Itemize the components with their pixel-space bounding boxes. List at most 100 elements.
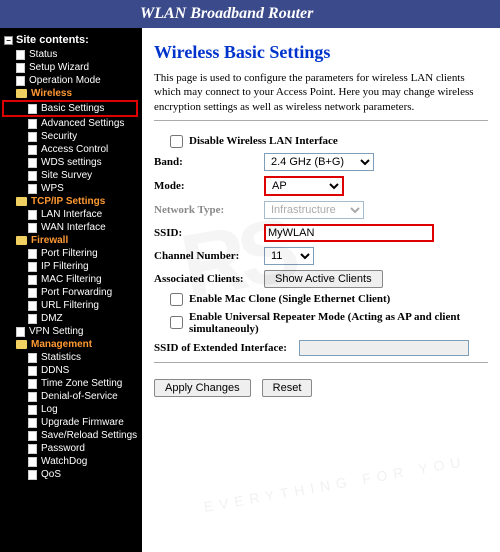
sidebar-item-label: WDS settings — [41, 157, 102, 168]
sidebar-item-tcp-ip-settings[interactable]: TCP/IP Settings — [4, 195, 138, 208]
show-clients-button[interactable]: Show Active Clients — [264, 270, 383, 288]
repeater-checkbox[interactable] — [170, 316, 183, 329]
sidebar-item-wps[interactable]: WPS — [4, 182, 138, 195]
sidebar-item-time-zone-setting[interactable]: Time Zone Setting — [4, 377, 138, 390]
folder-icon — [16, 197, 27, 206]
sidebar-item-ip-filtering[interactable]: IP Filtering — [4, 260, 138, 273]
page-icon — [16, 76, 25, 86]
sidebar-item-management[interactable]: Management — [4, 338, 138, 351]
sidebar-item-denial-of-service[interactable]: Denial-of-Service — [4, 390, 138, 403]
sidebar-item-lan-interface[interactable]: LAN Interface — [4, 208, 138, 221]
page-icon — [28, 431, 37, 441]
sidebar-item-log[interactable]: Log — [4, 403, 138, 416]
sidebar-item-label: Security — [41, 131, 77, 142]
page-icon — [28, 104, 37, 114]
clients-label: Associated Clients: — [154, 273, 264, 285]
sidebar-item-operation-mode[interactable]: Operation Mode — [4, 74, 138, 87]
sidebar-item-label: MAC Filtering — [41, 274, 102, 285]
sidebar-item-label: Upgrade Firmware — [41, 417, 124, 428]
folder-icon — [16, 236, 27, 245]
sidebar-item-label: WatchDog — [41, 456, 87, 467]
sidebar-item-watchdog[interactable]: WatchDog — [4, 455, 138, 468]
sidebar-item-label: WAN Interface — [41, 222, 106, 233]
sidebar-item-upgrade-firmware[interactable]: Upgrade Firmware — [4, 416, 138, 429]
divider-bottom — [154, 362, 488, 363]
sidebar-item-advanced-settings[interactable]: Advanced Settings — [4, 117, 138, 130]
apply-button[interactable]: Apply Changes — [154, 379, 251, 397]
sidebar-item-label: DDNS — [41, 365, 69, 376]
sidebar-item-label: Wireless — [31, 88, 72, 99]
sidebar-item-port-forwarding[interactable]: Port Forwarding — [4, 286, 138, 299]
sidebar-item-label: Port Forwarding — [41, 287, 112, 298]
mode-row: Mode: AP — [154, 176, 488, 196]
reset-button[interactable]: Reset — [262, 379, 313, 397]
sidebar-item-site-survey[interactable]: Site Survey — [4, 169, 138, 182]
sidebar-item-security[interactable]: Security — [4, 130, 138, 143]
sidebar-item-label: Port Filtering — [41, 248, 98, 259]
channel-row: Channel Number: 11 — [154, 247, 488, 265]
sidebar-item-label: Save/Reload Settings — [41, 430, 137, 441]
page-icon — [28, 379, 37, 389]
sidebar: − Site contents: StatusSetup WizardOpera… — [0, 28, 142, 552]
watermark-text: EVERYTHING FOR YOU — [203, 453, 468, 515]
sidebar-item-statistics[interactable]: Statistics — [4, 351, 138, 364]
page-icon — [28, 132, 37, 142]
band-select[interactable]: 2.4 GHz (B+G) — [264, 153, 374, 171]
page-icon — [28, 405, 37, 415]
page-icon — [28, 301, 37, 311]
page-icon — [28, 353, 37, 363]
sidebar-item-label: QoS — [41, 469, 61, 480]
sidebar-item-dmz[interactable]: DMZ — [4, 312, 138, 325]
sidebar-item-wireless[interactable]: Wireless — [4, 87, 138, 100]
sidebar-item-label: Management — [31, 339, 92, 350]
mode-label: Mode: — [154, 180, 264, 192]
sidebar-item-save-reload-settings[interactable]: Save/Reload Settings — [4, 429, 138, 442]
collapse-icon[interactable]: − — [4, 36, 13, 45]
page-icon — [28, 223, 37, 233]
ext-ssid-row: SSID of Extended Interface: — [154, 340, 488, 356]
sidebar-item-access-control[interactable]: Access Control — [4, 143, 138, 156]
sidebar-item-wds-settings[interactable]: WDS settings — [4, 156, 138, 169]
sidebar-item-label: Setup Wizard — [29, 62, 89, 73]
ssid-row: SSID: — [154, 224, 488, 242]
mac-clone-label: Enable Mac Clone (Single Ethernet Client… — [189, 293, 390, 305]
sidebar-item-status[interactable]: Status — [4, 48, 138, 61]
channel-select[interactable]: 11 — [264, 247, 314, 265]
page-icon — [16, 63, 25, 73]
page-icon — [28, 444, 37, 454]
sidebar-item-label: Firewall — [31, 235, 68, 246]
mode-select[interactable]: AP — [264, 176, 344, 196]
sidebar-item-label: Access Control — [41, 144, 108, 155]
sidebar-item-password[interactable]: Password — [4, 442, 138, 455]
app-header: WLAN Broadband Router — [0, 0, 500, 28]
network-type-select: Infrastructure — [264, 201, 364, 219]
sidebar-item-url-filtering[interactable]: URL Filtering — [4, 299, 138, 312]
sidebar-item-ddns[interactable]: DDNS — [4, 364, 138, 377]
mac-clone-checkbox[interactable] — [170, 293, 183, 306]
disable-wlan-checkbox[interactable] — [170, 135, 183, 148]
sidebar-item-setup-wizard[interactable]: Setup Wizard — [4, 61, 138, 74]
ssid-input[interactable] — [264, 224, 434, 242]
sidebar-item-label: Advanced Settings — [41, 118, 124, 129]
sidebar-item-label: URL Filtering — [41, 300, 99, 311]
sidebar-item-label: Basic Settings — [41, 103, 104, 114]
sidebar-item-label: IP Filtering — [41, 261, 89, 272]
sidebar-item-basic-settings[interactable]: Basic Settings — [2, 100, 138, 117]
band-label: Band: — [154, 156, 264, 168]
sidebar-item-mac-filtering[interactable]: MAC Filtering — [4, 273, 138, 286]
page-icon — [28, 457, 37, 467]
page-icon — [28, 314, 37, 324]
sidebar-item-wan-interface[interactable]: WAN Interface — [4, 221, 138, 234]
main-panel: RS EVERYTHING FOR YOU Wireless Basic Set… — [142, 28, 500, 552]
sidebar-item-firewall[interactable]: Firewall — [4, 234, 138, 247]
folder-icon — [16, 89, 27, 98]
sidebar-item-label: LAN Interface — [41, 209, 102, 220]
page-icon — [28, 210, 37, 220]
sidebar-item-qos[interactable]: QoS — [4, 468, 138, 481]
sidebar-item-vpn-setting[interactable]: VPN Setting — [4, 325, 138, 338]
ssid-label: SSID: — [154, 227, 264, 239]
network-type-label: Network Type: — [154, 204, 264, 216]
page-description: This page is used to configure the param… — [154, 71, 488, 114]
sidebar-item-port-filtering[interactable]: Port Filtering — [4, 247, 138, 260]
sidebar-item-label: WPS — [41, 183, 64, 194]
